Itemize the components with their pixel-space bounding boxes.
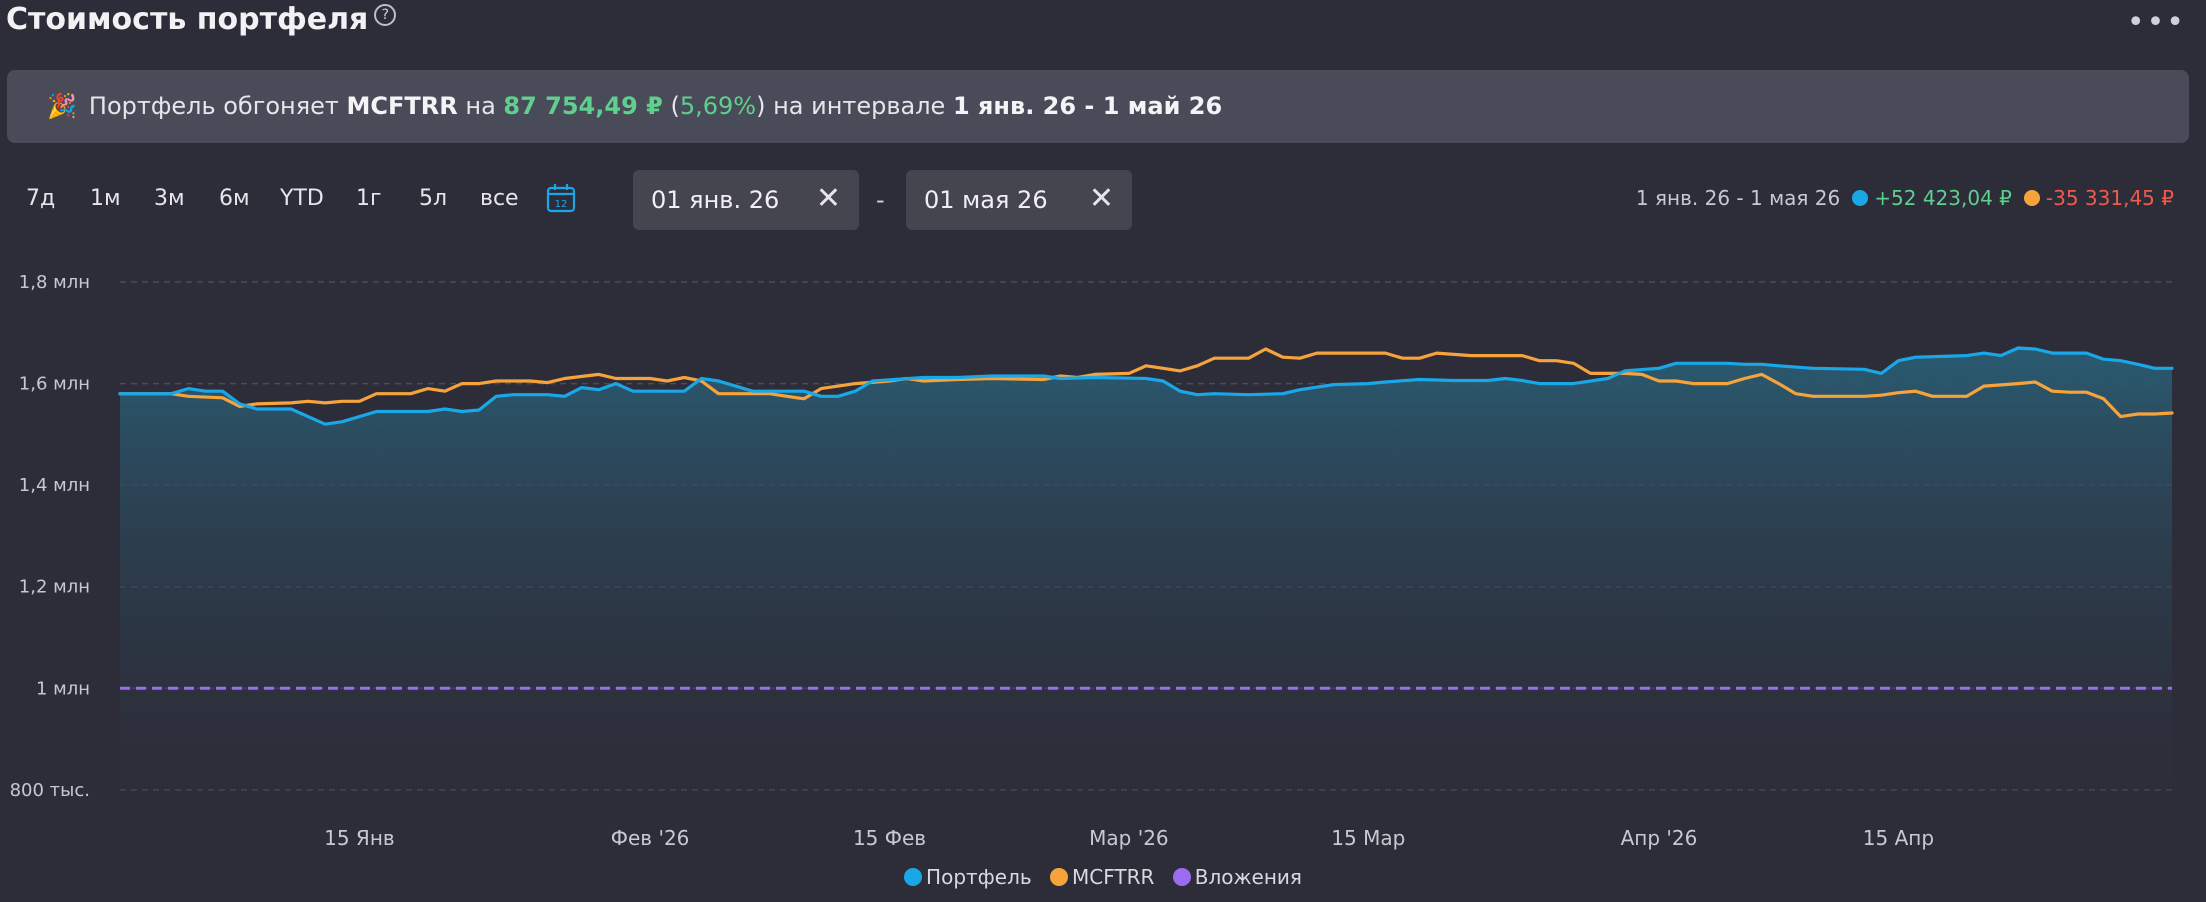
- party-icon: 🎉: [47, 92, 77, 120]
- x-tick-label: 15 Янв: [324, 826, 395, 850]
- range-button-5y[interactable]: 5л: [419, 186, 447, 211]
- x-tick-label: Апр '26: [1621, 826, 1698, 850]
- range-button-ytd[interactable]: YTD: [280, 186, 324, 211]
- y-tick-label: 1,2 млн: [19, 577, 90, 598]
- clear-date-from-icon[interactable]: ✕: [816, 184, 841, 214]
- legend-item-portfolio[interactable]: Портфель: [904, 865, 1032, 889]
- range-button-6m[interactable]: 6м: [219, 186, 250, 211]
- more-options-icon[interactable]: •••: [2127, 8, 2186, 38]
- range-button-1y[interactable]: 1г: [356, 186, 382, 211]
- calendar-icon[interactable]: 12: [546, 183, 576, 213]
- page-title-text: Стоимость портфеля: [6, 2, 369, 37]
- legend-label: Портфель: [926, 865, 1032, 889]
- legend-item-investments[interactable]: Вложения: [1172, 865, 1302, 889]
- y-tick-label: 1,6 млн: [19, 374, 90, 395]
- legend-label: Вложения: [1194, 865, 1302, 889]
- help-icon[interactable]: ?: [374, 4, 397, 26]
- outperform-percent: 5,69%: [679, 92, 757, 120]
- comparison-banner: 🎉 Портфель обгоняет MCFTRR на 87 754,49 ₽…: [7, 70, 2189, 143]
- banner-text-part: Портфель обгоняет: [88, 92, 347, 120]
- banner-interval: 1 янв. 26 - 1 май 26: [952, 92, 1223, 120]
- calendar-icon-number: 12: [555, 199, 568, 210]
- date-from-value: 01 янв. 26: [651, 186, 780, 214]
- x-tick-label: 15 Фев: [853, 826, 926, 850]
- benchmark-legend-dot-icon: [1050, 868, 1069, 886]
- portfolio-change: +52 423,04 ₽: [1874, 186, 2012, 210]
- clear-date-to-icon[interactable]: ✕: [1089, 184, 1114, 214]
- summary-interval: 1 янв. 26 - 1 мая 26: [1635, 186, 1841, 210]
- benchmark-name: MCFTRR: [346, 92, 458, 120]
- x-tick-label: 15 Апр: [1863, 826, 1934, 850]
- x-tick-label: Фев '26: [611, 826, 690, 850]
- range-button-7d[interactable]: 7д: [26, 186, 55, 211]
- banner-text: 🎉 Портфель обгоняет MCFTRR на 87 754,49 ₽…: [47, 92, 1222, 120]
- banner-text-part: (: [662, 92, 680, 120]
- legend-item-benchmark[interactable]: MCFTRR: [1050, 865, 1154, 889]
- date-separator: -: [876, 186, 885, 214]
- banner-text-part: ) на интервале: [756, 92, 953, 120]
- x-tick-label: 15 Мар: [1331, 826, 1405, 850]
- range-button-all[interactable]: все: [480, 186, 519, 211]
- y-tick-label: 1,8 млн: [19, 272, 90, 293]
- date-to-value: 01 мая 26: [924, 186, 1048, 214]
- benchmark-dot-icon: [2023, 190, 2040, 206]
- investments-legend-dot-icon: [1172, 868, 1191, 886]
- chart-legend: Портфель MCFTRR Вложения: [0, 865, 2206, 889]
- banner-text-part: на: [457, 92, 504, 120]
- date-from-field[interactable]: 01 янв. 26 ✕: [633, 170, 859, 230]
- date-to-field[interactable]: 01 мая 26 ✕: [906, 170, 1132, 230]
- portfolio-chart[interactable]: 1,8 млн 1,6 млн 1,4 млн 1,2 млн 1 млн 800 тыс…: [0, 255, 2206, 865]
- portfolio-dot-icon: [1852, 190, 1869, 206]
- outperform-amount: 87 754,49 ₽: [503, 92, 663, 120]
- benchmark-change: -35 331,45 ₽: [2045, 186, 2174, 210]
- legend-label: MCFTRR: [1072, 865, 1155, 889]
- y-tick-label: 800 тыс.: [10, 780, 90, 801]
- x-tick-label: Мар '26: [1089, 826, 1169, 850]
- y-tick-label: 1,4 млн: [19, 475, 90, 496]
- y-tick-label: 1 млн: [36, 678, 90, 699]
- portfolio-legend-dot-icon: [904, 868, 923, 886]
- portfolio-area: [120, 348, 2172, 800]
- interval-summary: 1 янв. 26 - 1 мая 26 +52 423,04 ₽ -35 331,…: [1636, 186, 2174, 210]
- range-button-3m[interactable]: 3м: [154, 186, 185, 211]
- range-button-1m[interactable]: 1м: [90, 186, 121, 211]
- page-title: Стоимость портфеля?: [6, 2, 397, 37]
